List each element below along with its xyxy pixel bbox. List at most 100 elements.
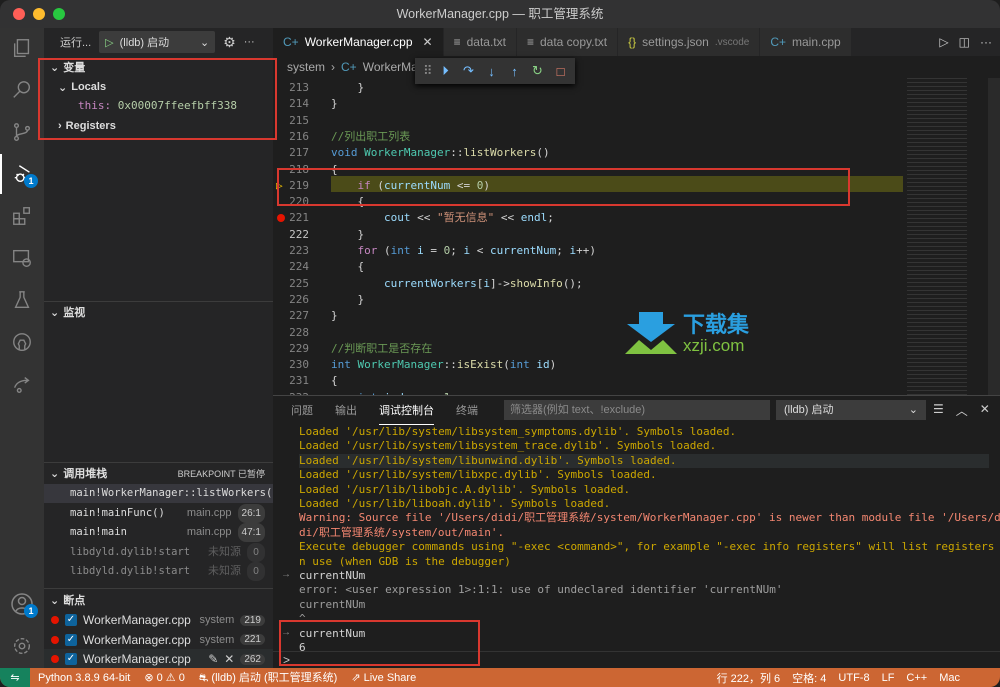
registers-scope[interactable]: › Registers (44, 116, 273, 136)
panel-tab[interactable]: 输出 (335, 396, 357, 424)
code-line[interactable]: 221 cout << "暂无信息" << endl; (273, 210, 903, 226)
code-line[interactable]: 222 } (273, 227, 903, 243)
code-line[interactable]: 215 (273, 113, 903, 129)
platform[interactable]: Mac (939, 672, 960, 684)
restart-icon[interactable]: ↻ (529, 63, 546, 79)
gear-icon[interactable]: ⚙ (223, 34, 236, 51)
problems-indicator[interactable]: ⊗ 0 ⚠ 0 (144, 671, 185, 684)
panel-tab[interactable]: 终端 (456, 396, 478, 424)
editor-tab[interactable]: ≡ data copy.txt (516, 28, 619, 56)
code-line[interactable]: 219 ▷ if (currentNum <= 0) (273, 178, 903, 194)
code-line[interactable]: 223 for (int i = 0; i < currentNum; i++) (273, 243, 903, 259)
breadcrumb-file[interactable]: WorkerMa (363, 60, 418, 74)
code-line[interactable]: 230 int WorkerManager::isExist(int id) (273, 357, 903, 373)
search-icon[interactable] (0, 70, 44, 110)
breakpoint-enabled-checkbox[interactable]: ✓ (65, 653, 77, 665)
indentation[interactable]: 空格: 4 (792, 670, 826, 686)
code-line[interactable]: 225 currentWorkers[i]->showInfo(); (273, 276, 903, 292)
code-line[interactable]: 217 void WorkerManager::listWorkers() (273, 145, 903, 161)
call-stack-frame[interactable]: main!main main.cpp 47:1 (44, 523, 273, 542)
code-line[interactable]: 220 { (273, 194, 903, 210)
minimap[interactable] (903, 78, 1000, 395)
panel-tab[interactable]: 调试控制台 (379, 396, 434, 425)
edit-breakpoint-icon[interactable]: ✎ (208, 652, 218, 666)
call-stack-frame[interactable]: libdyld.dylib!start 未知源 0 (44, 562, 273, 581)
remote-explorer-icon[interactable] (0, 238, 44, 278)
live-share-status[interactable]: ⇗ Live Share (351, 671, 416, 684)
code-line[interactable]: 226 } (273, 292, 903, 308)
locals-scope[interactable]: ⌄ Locals (44, 77, 273, 97)
breakpoints-section-header[interactable]: ⌄ 断点 (44, 590, 273, 610)
testing-flask-icon[interactable] (0, 280, 44, 320)
minimize-window-button[interactable] (33, 8, 45, 20)
code-line[interactable]: 229 //判断职工是否存在 (273, 341, 903, 357)
code-line[interactable]: 213 } (273, 80, 903, 96)
call-stack-frame[interactable]: libdyld.dylib!start 未知源 0 (44, 542, 273, 562)
code-line[interactable]: 214} (273, 96, 903, 112)
clear-console-icon[interactable]: ☰ (933, 402, 944, 419)
debug-session-status[interactable]: ⛐ (lldb) 启动 (职工管理系统) (199, 669, 337, 686)
breakpoint-item[interactable]: ✓ WorkerManager.cpp ✎ ✕ 262 (44, 649, 273, 669)
registers-label: Registers (65, 120, 116, 132)
code-line[interactable]: 224 { (273, 259, 903, 275)
console-filter-input[interactable]: 筛选器(例如 text、!exclude) (504, 400, 770, 420)
debug-session-select[interactable]: (lldb) 启动 ⌄ (776, 400, 926, 420)
console-input[interactable]: > (273, 651, 1000, 669)
more-actions-icon[interactable]: ··· (244, 36, 255, 48)
breakpoint-enabled-checkbox[interactable]: ✓ (65, 633, 77, 646)
cursor-position[interactable]: 行 222，列 6 (717, 670, 781, 686)
step-into-icon[interactable]: ↓ (483, 64, 500, 79)
editor-tab[interactable]: C+ WorkerManager.cpp ✕ (273, 28, 444, 56)
maximize-window-button[interactable] (53, 8, 65, 20)
step-over-icon[interactable]: ↷ (460, 63, 477, 79)
breadcrumb-folder[interactable]: system (287, 60, 325, 74)
python-interpreter[interactable]: Python 3.8.9 64-bit (38, 672, 130, 684)
code-editor[interactable]: 213 } 214} 215 216//列出职工列表 217 void WorkerMan… (273, 78, 903, 395)
editor-tab[interactable]: {} settings.json .vscode (618, 28, 761, 56)
accounts-icon[interactable]: 1 (0, 584, 44, 624)
call-stack-frame[interactable]: main!mainFunc() main.cpp 26:1 (44, 503, 273, 523)
call-stack-section-header[interactable]: ⌄ 调用堆栈 BREAKPOINT 已暂停 (44, 463, 273, 483)
variable-this[interactable]: this: 0x00007ffeefbff338 (78, 96, 237, 116)
code-line[interactable]: 218 { (273, 162, 903, 178)
step-out-icon[interactable]: ↑ (506, 64, 523, 79)
run-file-icon[interactable]: ▷ (939, 35, 948, 49)
code-line[interactable]: 228 (273, 325, 903, 341)
drag-handle-icon[interactable]: ⠿ (423, 63, 433, 79)
watch-section-header[interactable]: ⌄ 监视 (44, 302, 273, 322)
editor-tab[interactable]: ≡ data.txt (443, 28, 517, 56)
remove-breakpoint-icon[interactable]: ✕ (224, 652, 234, 666)
github-icon[interactable] (0, 322, 44, 362)
breakpoint-item[interactable]: ✓ WorkerManager.cpp system 221 (44, 630, 273, 650)
remote-indicator-icon[interactable]: ⇋ (0, 668, 30, 687)
code-line[interactable]: 231 { (273, 373, 903, 389)
stop-icon[interactable]: □ (552, 64, 569, 79)
close-tab-icon[interactable]: ✕ (423, 35, 433, 49)
close-window-button[interactable] (13, 8, 25, 20)
variables-section-header[interactable]: ⌄ 变量 (44, 57, 273, 77)
start-debug-icon[interactable]: ▷ (105, 36, 113, 49)
code-line[interactable]: 227} (273, 308, 903, 324)
explorer-icon[interactable] (0, 28, 44, 68)
line-ending[interactable]: LF (882, 672, 895, 684)
maximize-panel-icon[interactable]: ︿ (956, 402, 968, 419)
editor-tab[interactable]: C+ main.cpp (760, 28, 852, 56)
close-panel-icon[interactable]: ✕ (980, 402, 990, 419)
language-mode[interactable]: C++ (906, 672, 927, 684)
extensions-icon[interactable] (0, 196, 44, 236)
launch-config-select[interactable]: ▷ (lldb) 启动 ⌄ (99, 31, 216, 53)
run-debug-icon[interactable]: 1 (0, 154, 44, 194)
live-share-icon[interactable] (0, 364, 44, 404)
panel-tab[interactable]: 问题 (291, 396, 313, 424)
continue-icon[interactable]: ⏵ (437, 63, 454, 79)
split-editor-icon[interactable]: ◫ (959, 35, 970, 49)
settings-gear-icon[interactable] (0, 626, 44, 666)
call-stack-frame[interactable]: main!WorkerManager::listWorkers() (44, 484, 279, 503)
breakpoint-enabled-checkbox[interactable]: ✓ (65, 614, 77, 626)
editor-scrollbar[interactable] (988, 78, 1000, 395)
more-actions-icon[interactable]: ··· (980, 35, 992, 49)
breakpoint-item[interactable]: ✓ WorkerManager.cpp system 219 (44, 610, 273, 630)
encoding[interactable]: UTF-8 (838, 672, 869, 684)
source-control-icon[interactable] (0, 112, 44, 152)
code-line[interactable]: 216 //列出职工列表 (273, 129, 903, 145)
